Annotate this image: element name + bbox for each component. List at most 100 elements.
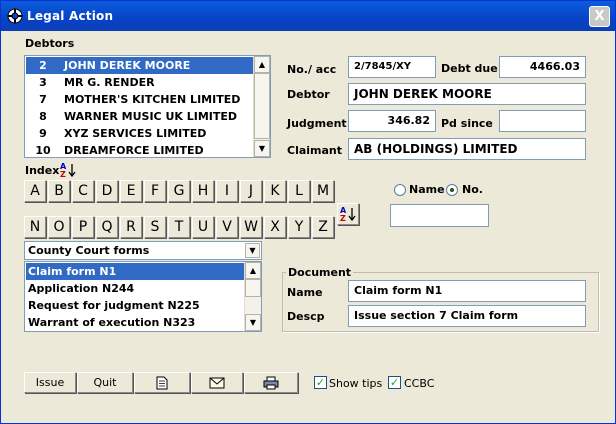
debtor-row[interactable]: 9 XYZ SERVICES LIMITED [26,125,254,142]
debtor-number: 9 [39,127,47,140]
close-icon: X [594,9,605,24]
index-letter-f[interactable]: F [144,180,166,202]
scroll-up-icon[interactable]: ▲ [254,56,270,73]
email-button[interactable] [191,372,243,393]
index-letter-w[interactable]: W [240,216,262,238]
index-letter-k[interactable]: K [264,180,286,202]
debtor-number: 3 [39,76,47,89]
debtor-number: 7 [39,93,47,106]
document-icon [156,376,168,390]
index-letter-y[interactable]: Y [288,216,310,238]
index-letter-h[interactable]: H [192,180,214,202]
debtors-list[interactable]: 10 DREAMFORCE LIMITED 9 XYZ SERVICES LIMITE… [24,55,271,158]
printer-icon [263,376,279,390]
debtor-number: 8 [39,110,47,123]
debt-due-field[interactable]: 4466.03 [499,56,586,78]
debtors-scrollbar[interactable]: ▲ ▼ [253,56,270,157]
envelope-icon [209,377,225,389]
chevron-down-icon[interactable]: ▼ [245,243,260,258]
index-letter-d[interactable]: D [96,180,118,202]
print-button[interactable] [244,372,298,393]
form-list-item[interactable]: Application N244 [26,280,245,297]
lifebuoy-icon [7,8,23,24]
ccbc-checkbox[interactable]: ✓ [388,376,401,389]
debtor-number: 2 [39,59,47,72]
debtor-name: XYZ SERVICES LIMITED [64,127,207,140]
pd-since-label: Pd since [441,117,493,130]
form-list-item[interactable]: Request for judgment N225 [26,297,245,314]
claimant-field[interactable]: AB (HOLDINGS) LIMITED [348,138,586,160]
index-letter-m[interactable]: M [312,180,334,202]
debtor-field[interactable]: JOHN DEREK MOORE [348,83,586,105]
quit-button[interactable]: Quit [77,372,133,393]
radio-number[interactable] [446,184,458,196]
index-letter-j[interactable]: J [240,180,262,202]
doc-descp-field[interactable]: Issue section 7 Claim form [348,305,586,327]
radio-name[interactable] [394,184,406,196]
radio-number-label: No. [462,183,483,196]
scroll-thumb[interactable] [254,73,270,139]
index-letter-g[interactable]: G [168,180,190,202]
debtor-row[interactable]: 2 JOHN DEREK MOORE [26,57,254,74]
window-title: Legal Action [27,9,114,23]
doc-descp-label: Descp [287,310,325,323]
sort-az-button[interactable]: A Z [337,203,359,225]
doc-name-label: Name [287,286,323,299]
document-button[interactable] [134,372,190,393]
show-tips-label: Show tips [329,377,383,390]
index-letter-t[interactable]: T [168,216,190,238]
scroll-down-icon[interactable]: ▼ [254,140,270,157]
debtor-row[interactable]: 10 DREAMFORCE LIMITED [26,142,254,157]
svg-text:Z: Z [60,170,66,178]
debtor-label: Debtor [287,88,330,101]
index-letter-r[interactable]: R [120,216,142,238]
index-letter-x[interactable]: X [264,216,286,238]
claimant-label: Claimant [287,144,343,157]
index-letter-p[interactable]: P [72,216,94,238]
forms-category-select[interactable]: County Court forms ▼ [24,241,262,260]
show-tips-checkbox[interactable]: ✓ [314,376,327,389]
index-letter-c[interactable]: C [72,180,94,202]
judgment-field[interactable]: 346.82 [348,110,436,132]
index-letter-a[interactable]: A [24,180,46,202]
legal-action-window: Legal Action X Debtors 10 DREAMFORCE LIMI… [0,0,616,424]
doc-name-field[interactable]: Claim form N1 [348,280,586,302]
index-letter-i[interactable]: I [216,180,238,202]
forms-list[interactable]: Warrant of execution N323 Request for jud… [24,261,262,332]
scroll-down-icon[interactable]: ▼ [245,314,261,331]
scroll-thumb[interactable] [245,279,261,297]
forms-category-value: County Court forms [28,244,150,257]
index-letter-s[interactable]: S [144,216,166,238]
debtor-name: DREAMFORCE LIMITED [64,144,204,157]
debtors-label: Debtors [25,37,75,50]
acc-label: No./ acc [287,63,337,76]
ccbc-label: CCBC [404,377,435,390]
issue-button[interactable]: Issue [24,372,76,393]
forms-scrollbar[interactable]: ▲ ▼ [244,262,261,331]
debtor-row[interactable]: 7 MOTHER'S KITCHEN LIMITED [26,91,254,108]
close-button[interactable]: X [589,6,610,27]
scroll-up-icon[interactable]: ▲ [245,262,261,279]
form-list-item[interactable]: Claim form N1 [26,263,245,280]
debtor-name: WARNER MUSIC UK LIMITED [64,110,238,123]
form-list-item[interactable]: Warrant of execution N323 [26,314,245,331]
index-letter-z[interactable]: Z [312,216,334,238]
index-letter-b[interactable]: B [48,180,70,202]
index-search-input[interactable] [390,204,489,227]
debtor-number: 10 [35,144,51,157]
pd-since-field[interactable] [499,110,586,132]
index-letter-o[interactable]: O [48,216,70,238]
debtor-row[interactable]: 8 WARNER MUSIC UK LIMITED [26,108,254,125]
index-letter-v[interactable]: V [216,216,238,238]
index-letter-u[interactable]: U [192,216,214,238]
title-bar[interactable]: Legal Action X [1,1,615,31]
debtor-row[interactable]: 3 MR G. RENDER [26,74,254,91]
index-letter-q[interactable]: Q [96,216,118,238]
index-letter-n[interactable]: N [24,216,46,238]
acc-field[interactable]: 2/7845/XY [348,56,436,78]
index-letter-e[interactable]: E [120,180,142,202]
index-letter-l[interactable]: L [288,180,310,202]
judgment-label: Judgment [287,117,347,130]
debtor-name: JOHN DEREK MOORE [64,59,191,72]
sort-az-icon[interactable]: A Z [60,162,76,178]
